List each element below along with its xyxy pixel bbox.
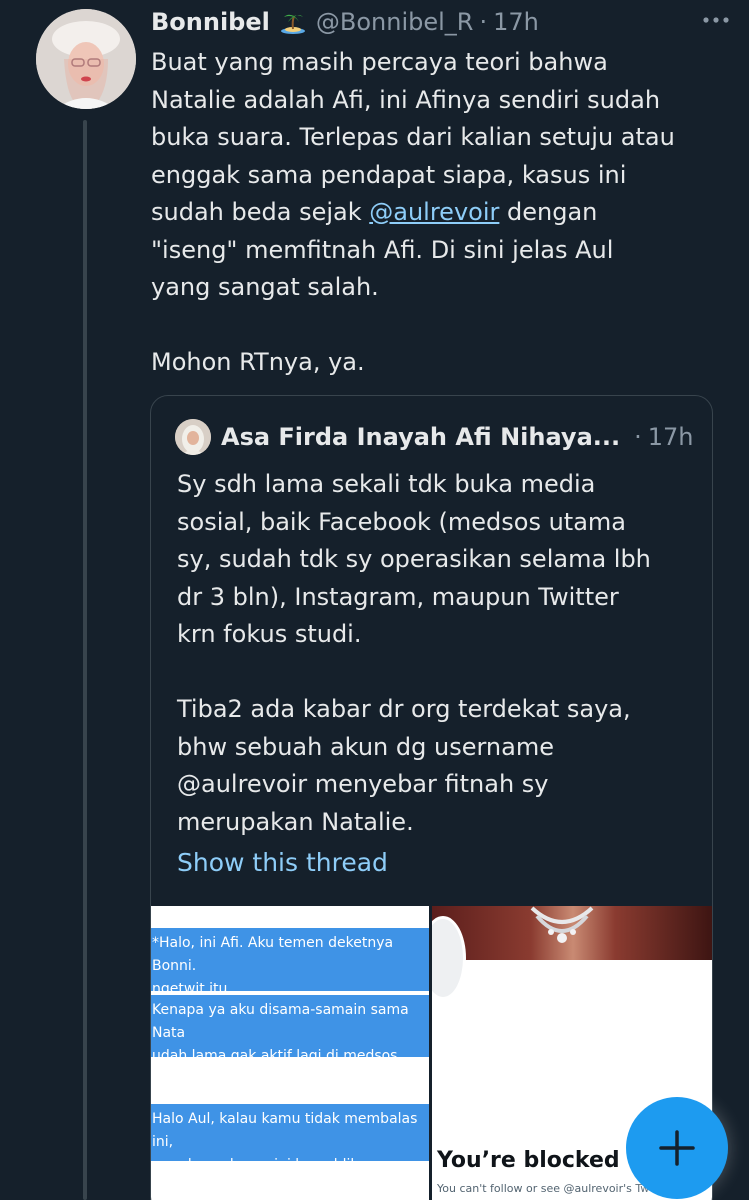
chat-message-1: *Halo, ini Afi. Aku temen deketnya Bonni… xyxy=(151,928,429,997)
necklace-image xyxy=(530,906,594,943)
show-thread-link[interactable]: Show this thread xyxy=(177,848,388,877)
tweet-timestamp[interactable]: 17h xyxy=(493,8,539,36)
blocked-title: You’re blocked xyxy=(437,1148,620,1173)
chat-message-2: Kenapa ya aku disama-samain sama Nata ud… xyxy=(151,995,429,1064)
tweet-body: Buat yang masih percaya teori bahwa Nata… xyxy=(151,44,736,382)
media-image-chat-screenshot[interactable]: *Halo, ini Afi. Aku temen deketnya Bonni… xyxy=(151,906,429,1200)
quoted-avatar xyxy=(175,419,211,455)
mention-link[interactable]: @aulrevoir xyxy=(369,198,499,226)
avatar-image xyxy=(36,9,136,109)
quoted-display-name: Asa Firda Inayah Afi Nihaya... xyxy=(221,423,621,451)
plus-icon xyxy=(659,1130,695,1166)
quoted-timestamp: 17h xyxy=(647,423,694,451)
blocked-subtitle: You can't follow or see @aulrevoir's Twe… xyxy=(437,1182,663,1195)
separator-dot: · xyxy=(479,8,488,36)
user-handle[interactable]: @Bonnibel_R xyxy=(316,8,474,36)
quoted-tweet-header: Asa Firda Inayah Afi Nihaya... · 17h xyxy=(175,419,700,455)
thread-connector-line xyxy=(83,120,87,1200)
quoted-tweet-body: Sy sdh lama sekali tdk buka media sosial… xyxy=(177,470,651,836)
more-options-icon[interactable] xyxy=(701,6,731,39)
quoted-tweet-card[interactable]: Asa Firda Inayah Afi Nihaya... · 17h Sy … xyxy=(150,395,713,1200)
tweet-header: Bonnibel @Bonnibel_R · 17h xyxy=(151,4,729,40)
quoted-separator-dot: · xyxy=(634,423,642,451)
chat-message-3: Halo Aul, kalau kamu tidak membalas ini,… xyxy=(151,1104,429,1173)
compose-tweet-button[interactable] xyxy=(626,1097,728,1199)
display-name[interactable]: Bonnibel xyxy=(151,8,270,36)
desert-island-emoji-icon xyxy=(280,9,306,35)
avatar[interactable] xyxy=(36,9,136,109)
